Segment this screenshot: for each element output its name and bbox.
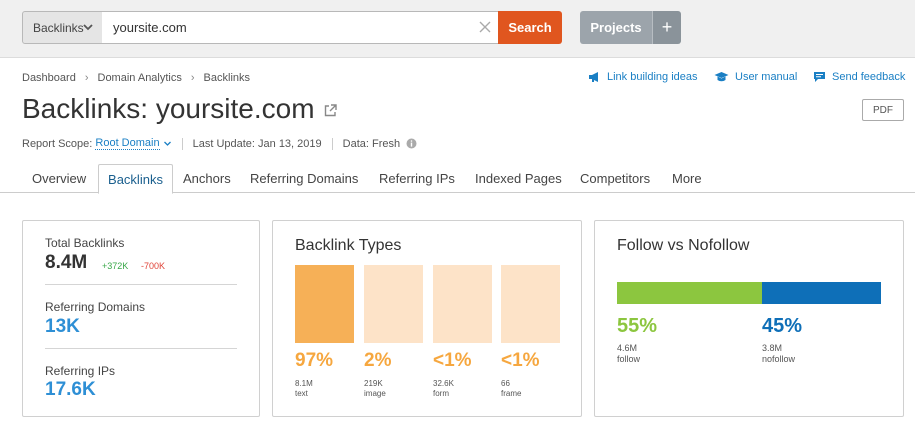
tab-backlinks[interactable]: Backlinks xyxy=(98,164,173,194)
type-text-label: text xyxy=(295,389,308,398)
type-form-bar xyxy=(433,265,492,343)
top-bar: Backlinks yoursite.com Search Projects + xyxy=(0,0,915,58)
page-title: Backlinks: yoursite.com xyxy=(22,93,337,125)
type-form-column[interactable]: <1% 32.6K form xyxy=(433,265,492,398)
clear-icon[interactable] xyxy=(479,21,491,33)
summary-divider xyxy=(45,348,237,349)
add-project-button[interactable]: + xyxy=(652,11,681,44)
backlinks-delta-down: -700K xyxy=(141,261,166,271)
meta-divider xyxy=(331,137,333,150)
chevron-down-icon xyxy=(83,24,93,31)
referring-domains-label: Referring Domains xyxy=(45,300,146,314)
chevron-down-icon[interactable] xyxy=(163,139,172,148)
type-form-label: form xyxy=(433,389,449,398)
page-title-prefix: Backlinks: xyxy=(22,93,149,124)
nofollow-count: 3.8M xyxy=(762,343,783,353)
chat-icon xyxy=(814,72,825,82)
type-image-column[interactable]: 2% 219K image xyxy=(364,265,423,398)
follow-split-bar[interactable] xyxy=(617,282,881,304)
follow-percent: 55% xyxy=(617,315,658,337)
tab-referring-ips[interactable]: Referring IPs xyxy=(379,164,455,193)
page-title-domain: yoursite.com xyxy=(155,93,315,124)
backlinks-delta-up: +372K xyxy=(102,261,129,271)
tab-competitors[interactable]: Competitors xyxy=(580,164,650,193)
type-frame-label: frame xyxy=(501,389,522,398)
type-form-percent: <1% xyxy=(433,350,472,371)
graduation-cap-icon xyxy=(714,72,729,82)
follow-label: follow xyxy=(617,354,641,364)
user-manual-label: User manual xyxy=(735,71,798,83)
follow-bar-segment xyxy=(617,282,763,304)
tab-anchors[interactable]: Anchors xyxy=(183,164,231,193)
link-building-ideas-link[interactable]: Link building ideas xyxy=(588,71,698,83)
tab-referring-domains[interactable]: Referring Domains xyxy=(250,164,358,193)
meta-divider xyxy=(181,137,183,150)
type-frame-column[interactable]: <1% 66 frame xyxy=(501,265,560,398)
type-text-column[interactable]: 97% 8.1M text xyxy=(295,265,354,398)
referring-ips-value[interactable]: 17.6K xyxy=(45,379,96,401)
report-tabs: Overview Backlinks Anchors Referring Dom… xyxy=(0,164,915,194)
search-button[interactable]: Search xyxy=(498,11,562,44)
type-frame-bar xyxy=(501,265,560,343)
nofollow-bar-segment xyxy=(762,282,881,304)
tab-more[interactable]: More xyxy=(672,164,702,193)
info-icon[interactable] xyxy=(406,138,417,149)
database-select[interactable]: Backlinks xyxy=(22,11,103,44)
data-freshness-text: Data: Fresh xyxy=(342,137,401,150)
summary-divider xyxy=(45,284,237,285)
external-link-icon[interactable] xyxy=(324,104,337,117)
backlink-types-title: Backlink Types xyxy=(295,237,402,254)
tab-overview[interactable]: Overview xyxy=(32,164,86,193)
type-text-count: 8.1M xyxy=(295,379,313,388)
type-image-label: image xyxy=(364,389,386,398)
nofollow-percent: 45% xyxy=(762,315,803,337)
send-feedback-label: Send feedback xyxy=(832,71,906,83)
referring-ips-label: Referring IPs xyxy=(45,364,116,378)
nofollow-label: nofollow xyxy=(762,354,796,364)
search-input[interactable]: yoursite.com xyxy=(102,11,499,44)
total-backlinks-label: Total Backlinks xyxy=(45,236,125,250)
follow-nofollow-title: Follow vs Nofollow xyxy=(617,237,750,254)
report-meta: Report Scope: Root Domain Last Update: J… xyxy=(22,137,417,150)
megaphone-icon xyxy=(589,72,598,82)
link-building-ideas-label: Link building ideas xyxy=(607,71,698,83)
search-input-value: yoursite.com xyxy=(113,20,187,35)
type-form-count: 32.6K xyxy=(433,379,454,388)
helper-links: Link building ideas User manual Send fee… xyxy=(0,71,915,89)
type-image-count: 219K xyxy=(364,379,383,388)
total-backlinks-value[interactable]: 8.4M xyxy=(45,252,87,274)
type-text-percent: 97% xyxy=(295,350,334,371)
type-image-bar xyxy=(364,265,423,343)
referring-domains-value[interactable]: 13K xyxy=(45,316,80,338)
pdf-button[interactable]: PDF xyxy=(862,99,904,121)
type-image-percent: 2% xyxy=(364,350,392,371)
report-scope-dropdown[interactable]: Root Domain xyxy=(95,137,160,150)
type-frame-percent: <1% xyxy=(501,350,540,371)
follow-count: 4.6M xyxy=(617,343,638,353)
tab-indexed-pages[interactable]: Indexed Pages xyxy=(475,164,562,193)
type-frame-count: 66 xyxy=(501,379,510,388)
user-manual-link[interactable]: User manual xyxy=(714,71,797,83)
type-text-bar xyxy=(295,265,354,343)
report-scope-label: Report Scope: xyxy=(22,137,93,150)
follow-nofollow-card: Follow vs Nofollow 55% 4.6M follow 45% 3… xyxy=(594,220,904,417)
last-update-text: Last Update: Jan 13, 2019 xyxy=(192,137,322,150)
backlink-types-card: Backlink Types 97% 8.1M text 2% 219K ima… xyxy=(272,220,582,417)
projects-button[interactable]: Projects xyxy=(580,11,652,44)
database-select-label: Backlinks xyxy=(33,20,84,35)
summary-card: Total Backlinks 8.4M +372K -700K Referri… xyxy=(22,220,260,417)
send-feedback-link[interactable]: Send feedback xyxy=(813,71,905,83)
